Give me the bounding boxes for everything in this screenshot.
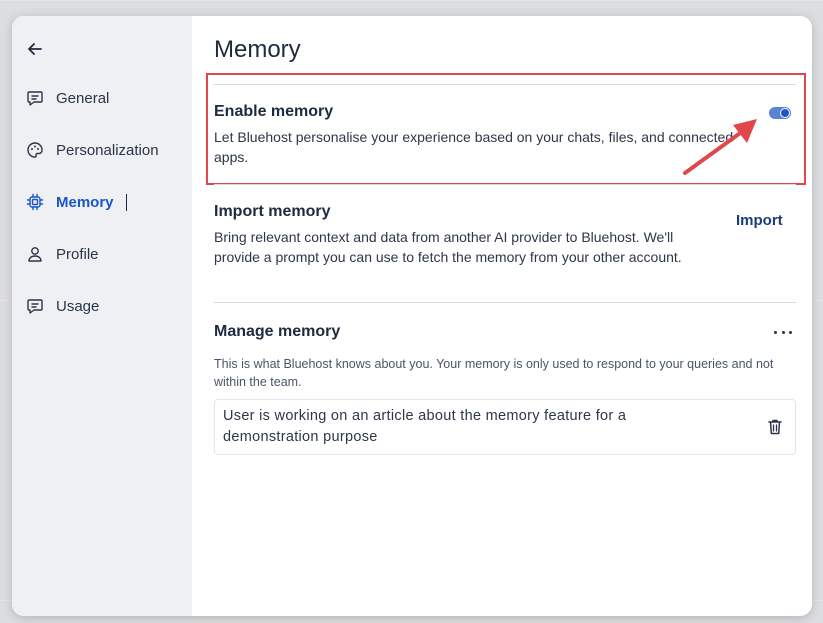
palette-icon (27, 142, 43, 158)
more-options-button[interactable] (774, 326, 792, 338)
sidebar-item-label: Usage (56, 297, 100, 315)
sidebar-item-label: Memory (56, 193, 114, 211)
dot (789, 330, 792, 334)
import-memory-description: Bring relevant context and data from ano… (214, 229, 682, 265)
import-memory-title: Import memory (214, 203, 331, 220)
sidebar-item-personalization[interactable]: Personalization (26, 138, 159, 162)
memory-item-text: User is working on an article about the … (223, 408, 627, 445)
trash-icon (768, 419, 782, 435)
sidebar-item-usage[interactable]: Usage (26, 294, 99, 318)
chat-icon (27, 91, 43, 106)
divider (214, 184, 796, 185)
manage-memory-title: Manage memory (214, 323, 341, 340)
annotation-arrow-icon (683, 119, 757, 175)
sidebar-item-general[interactable]: General (26, 86, 109, 110)
back-button[interactable] (24, 38, 46, 60)
page-title: Memory (214, 36, 301, 63)
chip-icon (26, 193, 44, 211)
divider (214, 302, 796, 303)
chat-icon (27, 299, 43, 314)
sidebar-item-label: Profile (56, 245, 99, 263)
settings-modal: General Personalization Memory Profile U… (12, 16, 812, 616)
delete-memory-button[interactable] (767, 418, 783, 436)
person-icon (28, 247, 42, 262)
enable-memory-description: Let Bluehost personalise your experience… (214, 129, 734, 165)
sidebar-item-label: General (56, 89, 110, 107)
enable-memory-title: Enable memory (214, 103, 334, 120)
manage-memory-description: This is what Bluehost knows about you. Y… (214, 357, 774, 389)
toggle-knob (780, 108, 790, 118)
memory-item: User is working on an article about the … (214, 399, 796, 455)
arrow-left-icon (28, 43, 42, 55)
settings-sidebar: General Personalization Memory Profile U… (12, 16, 192, 616)
dot (781, 330, 785, 334)
enable-memory-toggle[interactable] (769, 107, 791, 119)
sidebar-item-memory[interactable]: Memory (26, 190, 127, 214)
settings-content: Memory Enable memory Let Bluehost person… (192, 16, 812, 616)
sidebar-item-label: Personalization (56, 141, 159, 159)
sidebar-item-profile[interactable]: Profile (26, 242, 99, 266)
import-button[interactable]: Import (736, 212, 783, 229)
dot (774, 330, 777, 334)
text-cursor (125, 193, 127, 211)
